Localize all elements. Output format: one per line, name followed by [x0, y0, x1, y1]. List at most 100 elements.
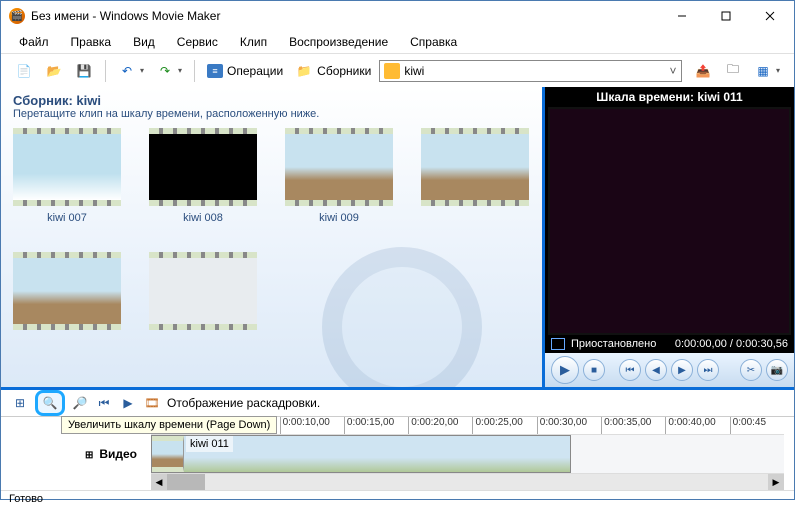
operations-label: Операции: [227, 64, 283, 78]
clip-thumbnail[interactable]: [149, 252, 257, 330]
minimize-button[interactable]: [660, 2, 704, 30]
play-button[interactable]: ▶: [551, 356, 579, 384]
collections-label: Сборники: [317, 64, 371, 78]
clip-name: kiwi 011: [186, 436, 233, 452]
import-icon: 📤: [694, 62, 712, 80]
ruler-tick: 0:00:40,00: [665, 417, 729, 434]
new-icon: 📄: [15, 62, 33, 80]
status-bar: Готово: [1, 490, 794, 510]
status-text: Готово: [9, 493, 43, 505]
scroll-right-button[interactable]: ▶: [768, 474, 784, 490]
thumbnail-image: [149, 128, 257, 206]
window-title: Без имени - Windows Movie Maker: [31, 9, 660, 23]
collection-combo-value: kiwi: [404, 64, 665, 78]
split-button[interactable]: ✂: [740, 359, 762, 381]
maximize-button[interactable]: [704, 2, 748, 30]
preview-controls: ▶ ■ ⏮ ◀ ▶ ⏭ ✂ 📷: [545, 353, 794, 387]
operations-button[interactable]: ≡ Операции: [203, 58, 287, 84]
timeline-mode-label[interactable]: Отображение раскадровки.: [167, 396, 320, 410]
redo-button[interactable]: ↷▾: [152, 58, 186, 84]
thumbnail-image: [285, 128, 393, 206]
menu-edit[interactable]: Правка: [61, 33, 122, 51]
scroll-left-button[interactable]: ◀: [151, 474, 167, 490]
toolbar: 📄 📂 💾 ↶▾ ↷▾ ≡ Операции 📁 Сборники kiwi ˅ 📤…: [1, 53, 794, 87]
scroll-thumb[interactable]: [167, 474, 205, 490]
zoom-out-button[interactable]: 🔎: [71, 394, 89, 412]
redo-icon: ↷: [156, 62, 174, 80]
menu-clip[interactable]: Клип: [230, 33, 277, 51]
import-button[interactable]: 📤: [690, 58, 716, 84]
timeline-clip[interactable]: kiwi 011: [151, 435, 571, 473]
clip-thumbnail[interactable]: kiwi 008: [149, 128, 257, 224]
menu-service[interactable]: Сервис: [167, 33, 228, 51]
collection-combo[interactable]: kiwi ˅: [379, 60, 682, 82]
preview-title: Шкала времени: kiwi 011: [545, 87, 794, 107]
timeline-config-button[interactable]: ⊞: [11, 394, 29, 412]
ruler-tick: 0:00:15,00: [344, 417, 408, 434]
timeline-prev-button[interactable]: ⏮: [95, 394, 113, 412]
scroll-track[interactable]: [167, 474, 768, 490]
clip-thumbnail[interactable]: kiwi 007: [13, 128, 121, 224]
close-button[interactable]: [748, 2, 792, 30]
ruler-tick: 0:00:35,00: [601, 417, 665, 434]
thumbnail-image: [149, 252, 257, 330]
chevron-down-icon: ˅: [665, 64, 681, 78]
zoom-in-button[interactable]: 🔍: [35, 390, 65, 416]
collections-button[interactable]: 📁 Сборники: [291, 58, 375, 84]
menu-play[interactable]: Воспроизведение: [279, 33, 398, 51]
collection-subtitle: Перетащите клип на шкалу времени, распол…: [13, 108, 530, 120]
prev-button[interactable]: ⏮: [619, 359, 641, 381]
preview-state: Приостановлено: [571, 338, 669, 350]
step-back-button[interactable]: ◀: [645, 359, 667, 381]
stop-button[interactable]: ■: [583, 359, 605, 381]
ruler-tick: 0:00:10,00: [280, 417, 344, 434]
tooltip: Увеличить шкалу времени (Page Down): [61, 416, 277, 434]
open-button[interactable]: 📂: [41, 58, 67, 84]
ruler-tick: 0:00:30,00: [537, 417, 601, 434]
timeline-scrollbar[interactable]: ◀ ▶: [151, 474, 784, 490]
ruler-tick: 0:00:25,00: [472, 417, 536, 434]
thumbnail-image: [13, 252, 121, 330]
app-icon: 🎬: [9, 8, 25, 24]
properties-icon: 🗀: [724, 62, 742, 80]
timeline-play-button[interactable]: ▶: [119, 394, 137, 412]
title-bar: 🎬 Без имени - Windows Movie Maker: [1, 1, 794, 31]
undo-button[interactable]: ↶▾: [114, 58, 148, 84]
preview-time: 0:00:00,00 / 0:00:30,56: [675, 338, 788, 350]
operations-icon: ≡: [207, 64, 223, 78]
menu-view[interactable]: Вид: [123, 33, 165, 51]
storyboard-icon: 🎞: [143, 394, 161, 412]
undo-icon: ↶: [118, 62, 136, 80]
ruler-tick: 0:00:45: [730, 417, 794, 434]
collections-icon: 📁: [295, 62, 313, 80]
step-fwd-button[interactable]: ▶: [671, 359, 693, 381]
save-icon: 💾: [75, 62, 93, 80]
track-label: ⊞Видео: [1, 447, 151, 461]
video-track: ⊞Видео kiwi 011: [1, 434, 794, 474]
clip-thumb: [152, 436, 184, 472]
clip-thumbnail[interactable]: [421, 128, 529, 224]
main-area: Сборник: kiwi Перетащите клип на шкалу в…: [1, 87, 794, 387]
clip-thumbnail[interactable]: [13, 252, 121, 330]
clip-thumbnail[interactable]: kiwi 009: [285, 128, 393, 224]
save-button[interactable]: 💾: [71, 58, 97, 84]
menu-help[interactable]: Справка: [400, 33, 467, 51]
folder-icon: [384, 63, 400, 79]
view-mode-button[interactable]: ▦▾: [750, 58, 784, 84]
menu-bar: Файл Правка Вид Сервис Клип Воспроизведе…: [1, 31, 794, 53]
timeline-toolbar: ⊞ 🔍 🔎 ⏮ ▶ 🎞 Отображение раскадровки.: [1, 390, 794, 416]
thumbnail-label: kiwi 009: [285, 212, 393, 224]
grid-icon: ▦: [754, 62, 772, 80]
next-button[interactable]: ⏭: [697, 359, 719, 381]
properties-button[interactable]: 🗀: [720, 58, 746, 84]
thumbnail-label: kiwi 008: [149, 212, 257, 224]
thumbnail-image: [13, 128, 121, 206]
ruler-tick: 0:00:20,00: [408, 417, 472, 434]
preview-status-bar: Приостановлено 0:00:00,00 / 0:00:30,56: [545, 335, 794, 353]
timeline-pane: ⊞ 🔍 🔎 ⏮ ▶ 🎞 Отображение раскадровки. Уве…: [1, 387, 794, 490]
thumbnail-image: [421, 128, 529, 206]
snapshot-button[interactable]: 📷: [766, 359, 788, 381]
menu-file[interactable]: Файл: [9, 33, 59, 51]
track-content[interactable]: kiwi 011: [151, 434, 784, 474]
new-button[interactable]: 📄: [11, 58, 37, 84]
